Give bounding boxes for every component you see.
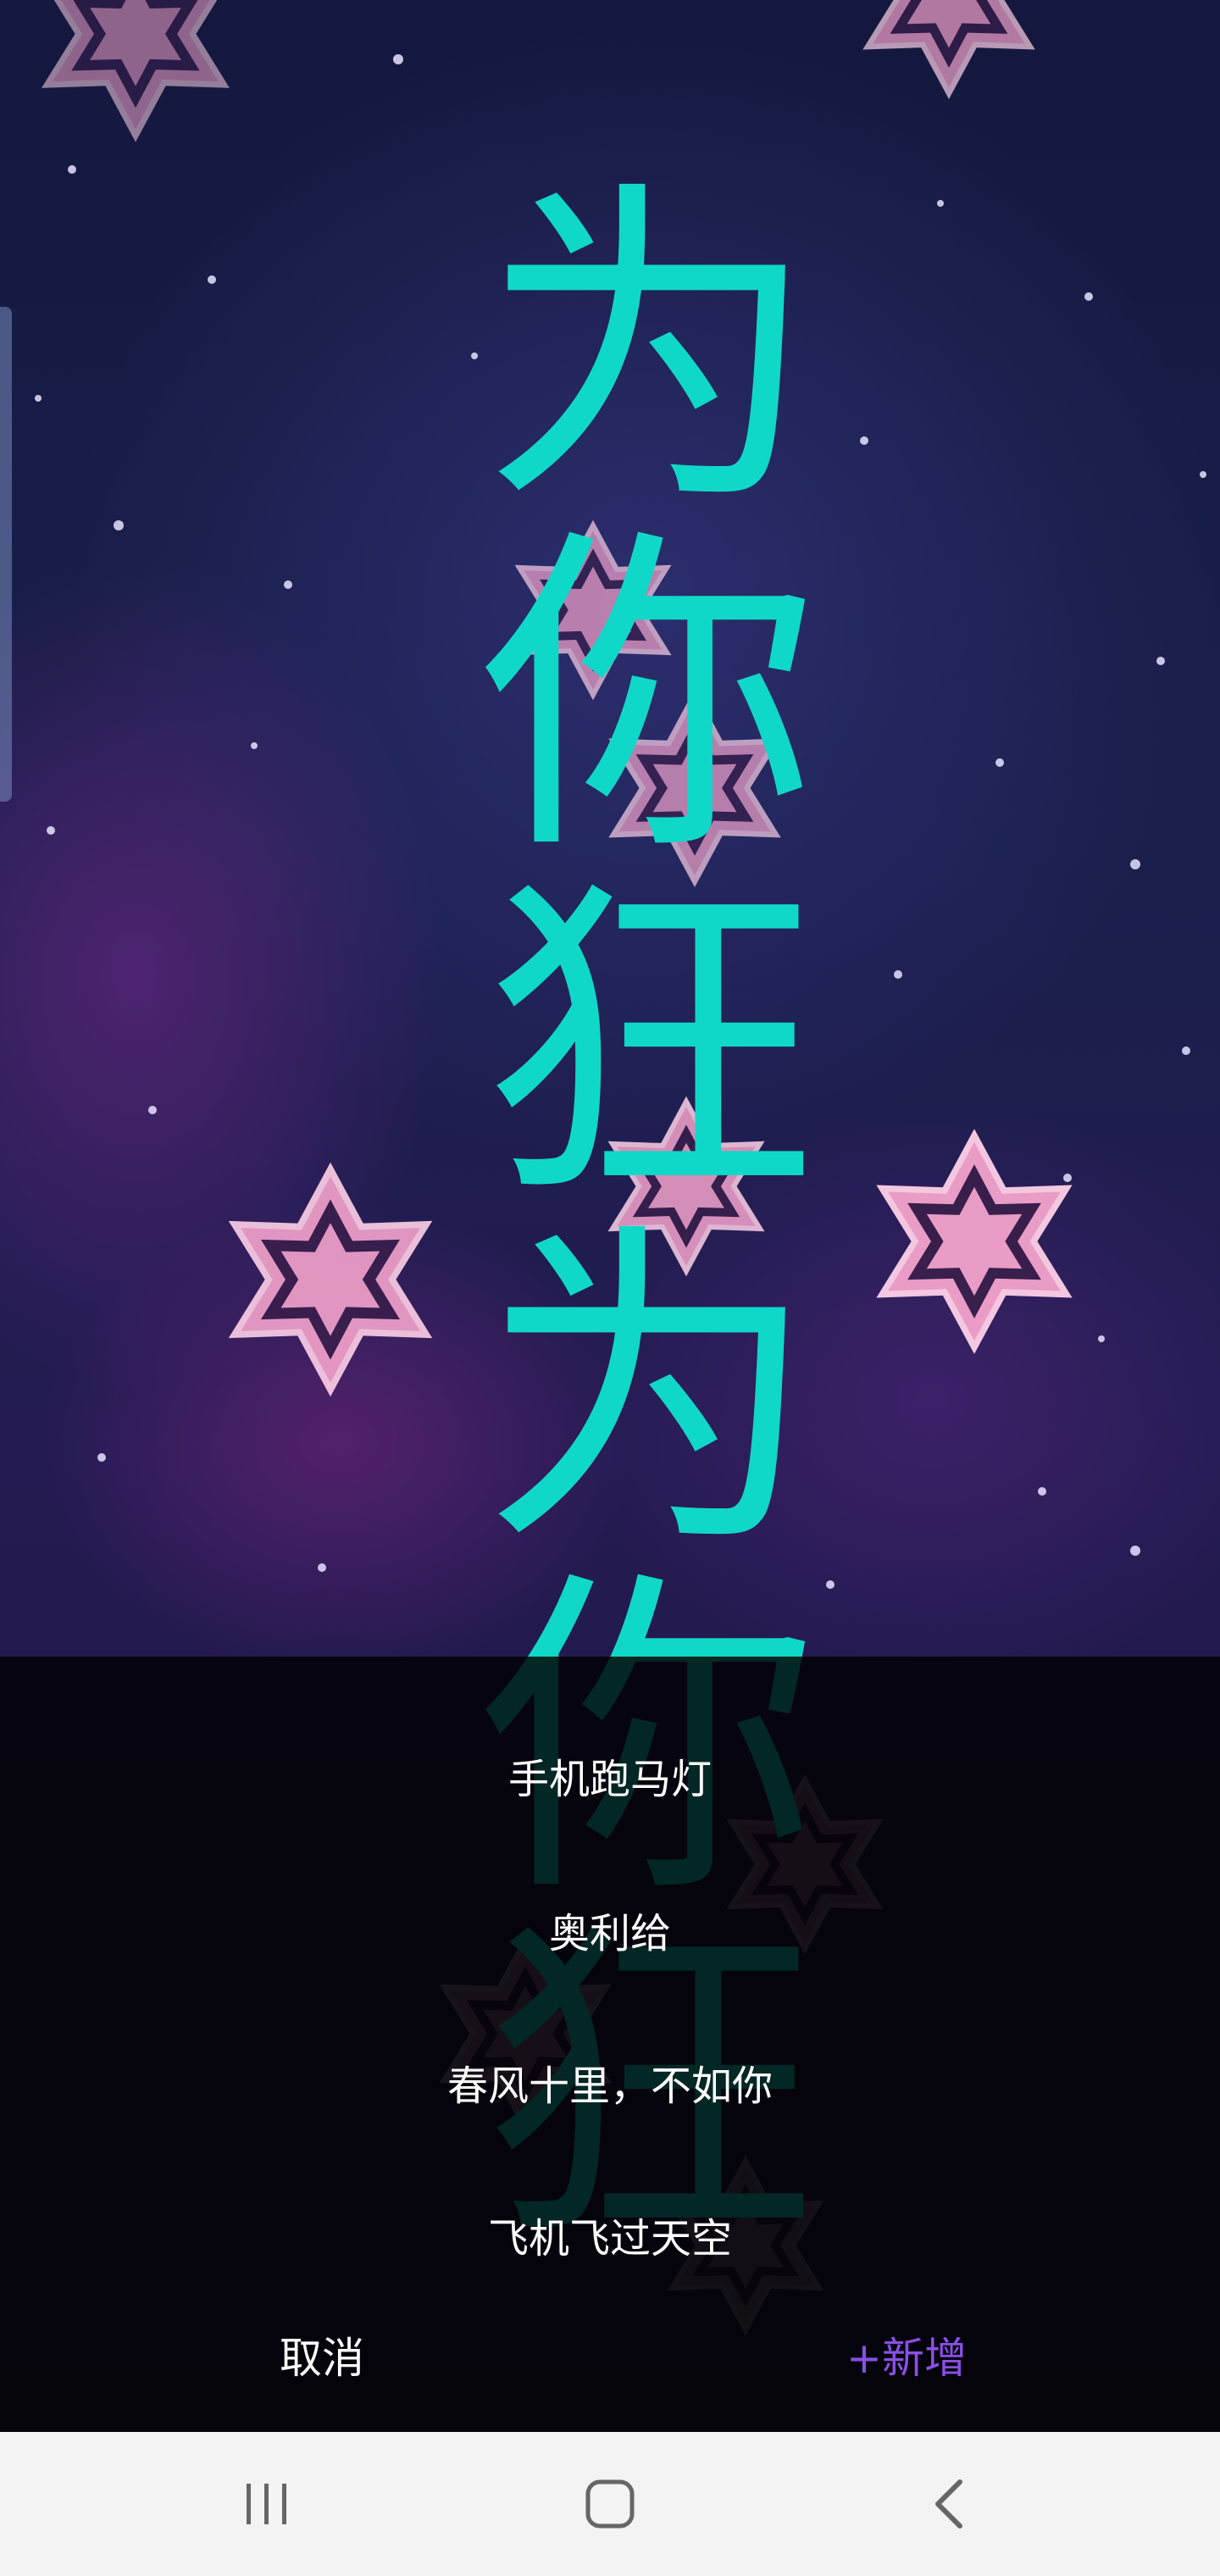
menu-item[interactable]: 奥利给: [0, 1908, 1220, 1959]
cancel-button[interactable]: 取消: [229, 2330, 415, 2386]
home-icon: [585, 2479, 635, 2529]
back-button[interactable]: [898, 2466, 1000, 2542]
back-icon: [935, 2479, 962, 2529]
system-navigation-bar: [0, 2432, 1220, 2576]
screen: 为你狂为你狂 手机跑马灯 奥利给 春风十里，不如你 飞机飞过天空 取消 +新增: [0, 0, 1220, 2576]
menu-item[interactable]: 春风十里，不如你: [0, 2061, 1220, 2112]
add-button[interactable]: +新增: [813, 2330, 1000, 2386]
recents-icon: [247, 2484, 286, 2524]
menu-item[interactable]: 手机跑马灯: [0, 1754, 1220, 1805]
home-button[interactable]: [559, 2466, 661, 2542]
side-panel-handle[interactable]: [0, 307, 12, 802]
recents-button[interactable]: [216, 2466, 318, 2542]
menu-item[interactable]: 飞机飞过天空: [0, 2213, 1220, 2264]
